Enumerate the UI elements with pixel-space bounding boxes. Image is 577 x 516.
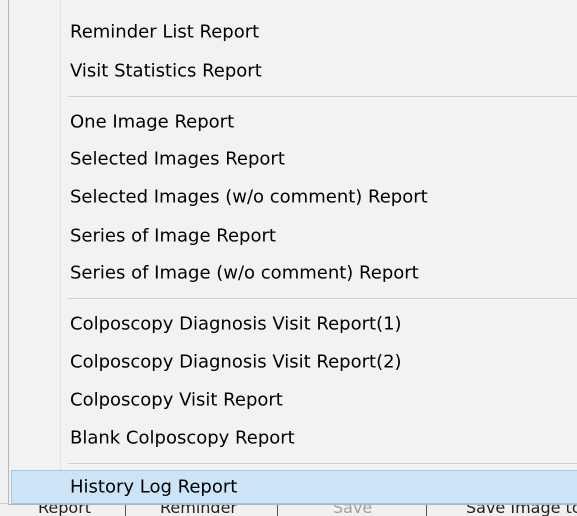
- menu-item-series-of-image-report[interactable]: Series of Image Report: [11, 218, 577, 254]
- menu-item-label: History Log Report: [70, 476, 238, 498]
- menu-item-label: Series of Image Report: [70, 225, 276, 247]
- report-context-menu: Reminder List Report Visit Statistics Re…: [8, 0, 577, 505]
- screen: Report Reminder Save Save Image to Remin…: [0, 0, 577, 516]
- toolbar-separator: [277, 504, 278, 516]
- menu-item-label: Reminder List Report: [70, 21, 260, 43]
- menu-item-label: Selected Images Report: [70, 148, 285, 170]
- menu-item-one-image-report[interactable]: One Image Report: [11, 104, 577, 140]
- menu-item-label: Selected Images (w/o comment) Report: [70, 186, 428, 208]
- menu-item-visit-statistics-report[interactable]: Visit Statistics Report: [11, 53, 577, 89]
- menu-item-series-of-image-no-comment-report[interactable]: Series of Image (w/o comment) Report: [11, 255, 577, 291]
- menu-separator: [68, 298, 577, 299]
- menu-item-colposcopy-diagnosis-visit-report-2[interactable]: Colposcopy Diagnosis Visit Report(2): [11, 344, 577, 380]
- menu-item-label: Colposcopy Diagnosis Visit Report(2): [70, 351, 402, 373]
- menu-item-selected-images-no-comment-report[interactable]: Selected Images (w/o comment) Report: [11, 179, 577, 215]
- menu-item-label: One Image Report: [70, 111, 235, 133]
- menu-item-blank-colposcopy-report[interactable]: Blank Colposcopy Report: [11, 420, 577, 456]
- menu-item-label: Visit Statistics Report: [70, 60, 262, 82]
- menu-item-label: Blank Colposcopy Report: [70, 427, 295, 449]
- menu-separator: [68, 96, 577, 97]
- menu-item-label: Colposcopy Diagnosis Visit Report(1): [70, 313, 402, 335]
- menu-item-colposcopy-visit-report[interactable]: Colposcopy Visit Report: [11, 382, 577, 418]
- menu-item-history-log-report[interactable]: History Log Report: [11, 470, 577, 504]
- menu-item-colposcopy-diagnosis-visit-report-1[interactable]: Colposcopy Diagnosis Visit Report(1): [11, 306, 577, 342]
- menu-separator: [68, 463, 577, 464]
- menu-item-reminder-list-report[interactable]: Reminder List Report: [11, 14, 577, 50]
- toolbar-separator: [125, 504, 126, 516]
- toolbar-separator: [426, 504, 427, 516]
- menu-item-label: Colposcopy Visit Report: [70, 389, 283, 411]
- menu-item-selected-images-report[interactable]: Selected Images Report: [11, 141, 577, 177]
- menu-item-label: Series of Image (w/o comment) Report: [70, 262, 419, 284]
